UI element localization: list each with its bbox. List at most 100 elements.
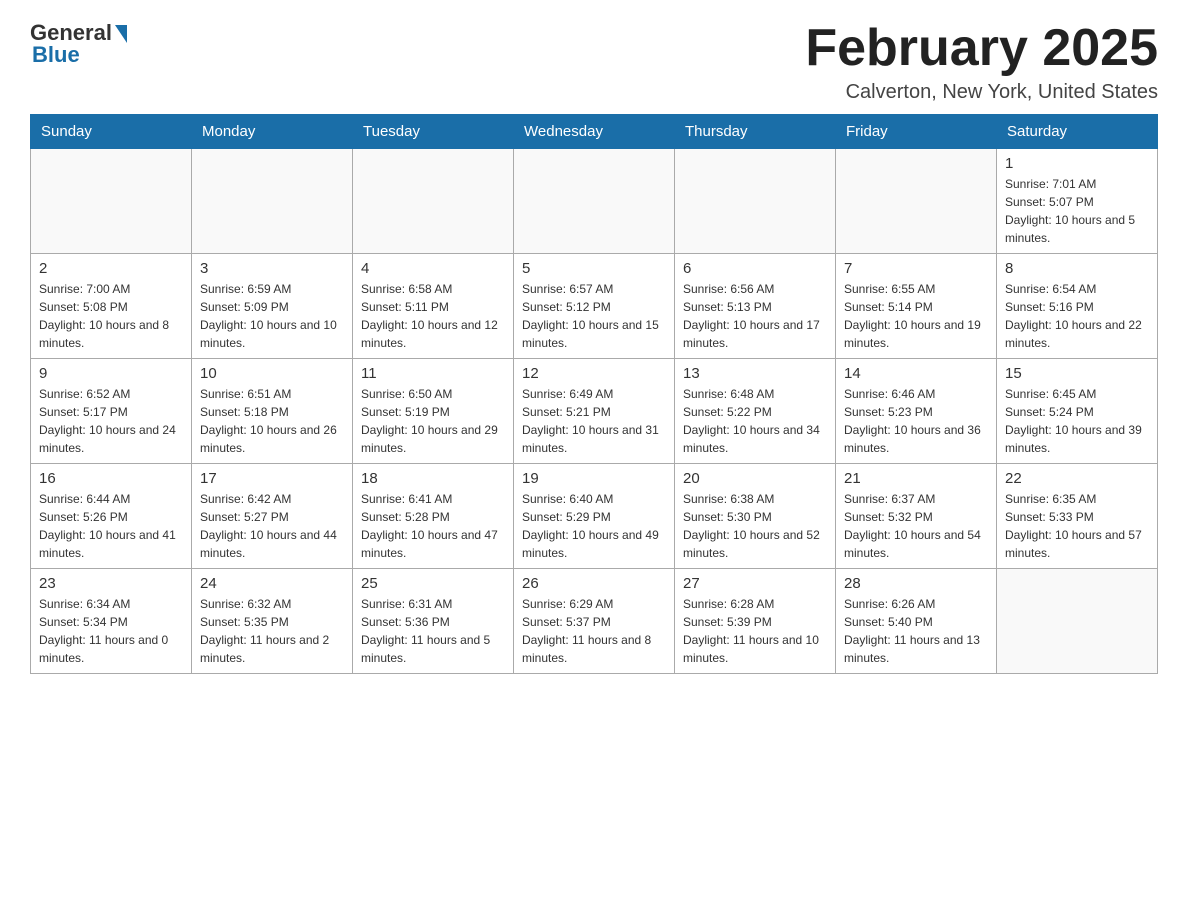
week-row-1: 1Sunrise: 7:01 AMSunset: 5:07 PMDaylight… — [31, 149, 1158, 254]
day-info: Sunrise: 6:28 AMSunset: 5:39 PMDaylight:… — [683, 595, 827, 667]
calendar-cell: 20 Sunrise: 6:38 AMSunset: 5:30 PMDayligh… — [675, 464, 836, 569]
day-info: Sunrise: 6:46 AMSunset: 5:23 PMDaylight:… — [844, 385, 988, 457]
day-number: 23 — [39, 575, 183, 592]
day-info: Sunrise: 6:51 AMSunset: 5:18 PMDaylight:… — [200, 385, 344, 457]
day-number: 10 — [200, 365, 344, 382]
day-info: Sunrise: 6:31 AMSunset: 5:36 PMDaylight:… — [361, 595, 505, 667]
day-number: 3 — [200, 260, 344, 277]
week-row-2: 2 Sunrise: 7:00 AMSunset: 5:08 PMDaylight… — [31, 254, 1158, 359]
calendar-cell: 23Sunrise: 6:34 AMSunset: 5:34 PMDayligh… — [31, 569, 192, 674]
day-info: Sunrise: 6:32 AMSunset: 5:35 PMDaylight:… — [200, 595, 344, 667]
calendar-cell: 8 Sunrise: 6:54 AMSunset: 5:16 PMDaylight… — [997, 254, 1158, 359]
logo-arrow-icon — [115, 25, 127, 43]
day-info: Sunrise: 6:40 AMSunset: 5:29 PMDaylight:… — [522, 490, 666, 562]
day-number: 20 — [683, 470, 827, 487]
logo: General Blue — [30, 20, 127, 68]
day-number: 8 — [1005, 260, 1149, 277]
day-info: Sunrise: 6:58 AMSunset: 5:11 PMDaylight:… — [361, 280, 505, 352]
calendar-cell — [31, 149, 192, 254]
day-number: 4 — [361, 260, 505, 277]
day-info: Sunrise: 6:26 AMSunset: 5:40 PMDaylight:… — [844, 595, 988, 667]
calendar-cell: 9Sunrise: 6:52 AMSunset: 5:17 PMDaylight… — [31, 359, 192, 464]
day-info: Sunrise: 6:29 AMSunset: 5:37 PMDaylight:… — [522, 595, 666, 667]
day-info: Sunrise: 6:37 AMSunset: 5:32 PMDaylight:… — [844, 490, 988, 562]
title-section: February 2025 Calverton, New York, Unite… — [805, 20, 1158, 104]
location-subtitle: Calverton, New York, United States — [805, 81, 1158, 104]
day-info: Sunrise: 6:38 AMSunset: 5:30 PMDaylight:… — [683, 490, 827, 562]
logo-blue-text: Blue — [32, 42, 80, 68]
day-number: 17 — [200, 470, 344, 487]
calendar-cell: 25 Sunrise: 6:31 AMSunset: 5:36 PMDayligh… — [353, 569, 514, 674]
calendar-cell: 24 Sunrise: 6:32 AMSunset: 5:35 PMDayligh… — [192, 569, 353, 674]
weekday-header-wednesday: Wednesday — [514, 115, 675, 149]
calendar-cell: 11 Sunrise: 6:50 AMSunset: 5:19 PMDayligh… — [353, 359, 514, 464]
day-info: Sunrise: 6:45 AMSunset: 5:24 PMDaylight:… — [1005, 385, 1149, 457]
day-number: 11 — [361, 365, 505, 382]
day-number: 13 — [683, 365, 827, 382]
day-info: Sunrise: 6:41 AMSunset: 5:28 PMDaylight:… — [361, 490, 505, 562]
week-row-5: 23Sunrise: 6:34 AMSunset: 5:34 PMDayligh… — [31, 569, 1158, 674]
weekday-header-saturday: Saturday — [997, 115, 1158, 149]
calendar-cell: 16Sunrise: 6:44 AMSunset: 5:26 PMDayligh… — [31, 464, 192, 569]
day-info: Sunrise: 6:57 AMSunset: 5:12 PMDaylight:… — [522, 280, 666, 352]
day-info: Sunrise: 6:50 AMSunset: 5:19 PMDaylight:… — [361, 385, 505, 457]
weekday-header-row: SundayMondayTuesdayWednesdayThursdayFrid… — [31, 115, 1158, 149]
weekday-header-sunday: Sunday — [31, 115, 192, 149]
calendar-cell: 22 Sunrise: 6:35 AMSunset: 5:33 PMDayligh… — [997, 464, 1158, 569]
day-number: 7 — [844, 260, 988, 277]
calendar-cell: 27 Sunrise: 6:28 AMSunset: 5:39 PMDayligh… — [675, 569, 836, 674]
day-info: Sunrise: 6:49 AMSunset: 5:21 PMDaylight:… — [522, 385, 666, 457]
calendar-cell: 10 Sunrise: 6:51 AMSunset: 5:18 PMDayligh… — [192, 359, 353, 464]
calendar-cell — [192, 149, 353, 254]
day-number: 1 — [1005, 155, 1149, 172]
calendar-cell: 14 Sunrise: 6:46 AMSunset: 5:23 PMDayligh… — [836, 359, 997, 464]
weekday-header-thursday: Thursday — [675, 115, 836, 149]
month-title: February 2025 — [805, 20, 1158, 77]
calendar-cell: 13 Sunrise: 6:48 AMSunset: 5:22 PMDayligh… — [675, 359, 836, 464]
day-number: 5 — [522, 260, 666, 277]
calendar-cell: 19 Sunrise: 6:40 AMSunset: 5:29 PMDayligh… — [514, 464, 675, 569]
day-number: 26 — [522, 575, 666, 592]
day-number: 19 — [522, 470, 666, 487]
day-info: Sunrise: 6:56 AMSunset: 5:13 PMDaylight:… — [683, 280, 827, 352]
calendar-cell: 1Sunrise: 7:01 AMSunset: 5:07 PMDaylight… — [997, 149, 1158, 254]
day-info: Sunrise: 6:35 AMSunset: 5:33 PMDaylight:… — [1005, 490, 1149, 562]
weekday-header-monday: Monday — [192, 115, 353, 149]
calendar-cell — [997, 569, 1158, 674]
day-info: Sunrise: 6:55 AMSunset: 5:14 PMDaylight:… — [844, 280, 988, 352]
calendar-cell: 28 Sunrise: 6:26 AMSunset: 5:40 PMDayligh… — [836, 569, 997, 674]
calendar-cell: 4 Sunrise: 6:58 AMSunset: 5:11 PMDaylight… — [353, 254, 514, 359]
calendar-cell: 7 Sunrise: 6:55 AMSunset: 5:14 PMDaylight… — [836, 254, 997, 359]
day-number: 16 — [39, 470, 183, 487]
day-info: Sunrise: 6:48 AMSunset: 5:22 PMDaylight:… — [683, 385, 827, 457]
day-number: 21 — [844, 470, 988, 487]
calendar-cell — [675, 149, 836, 254]
day-number: 27 — [683, 575, 827, 592]
calendar-cell: 6 Sunrise: 6:56 AMSunset: 5:13 PMDaylight… — [675, 254, 836, 359]
day-info: Sunrise: 6:59 AMSunset: 5:09 PMDaylight:… — [200, 280, 344, 352]
day-number: 6 — [683, 260, 827, 277]
calendar-cell: 21 Sunrise: 6:37 AMSunset: 5:32 PMDayligh… — [836, 464, 997, 569]
day-number: 9 — [39, 365, 183, 382]
day-number: 22 — [1005, 470, 1149, 487]
weekday-header-friday: Friday — [836, 115, 997, 149]
calendar-cell: 5 Sunrise: 6:57 AMSunset: 5:12 PMDaylight… — [514, 254, 675, 359]
calendar-cell: 26 Sunrise: 6:29 AMSunset: 5:37 PMDayligh… — [514, 569, 675, 674]
day-number: 25 — [361, 575, 505, 592]
day-number: 18 — [361, 470, 505, 487]
day-info: Sunrise: 7:00 AMSunset: 5:08 PMDaylight:… — [39, 280, 183, 352]
calendar-cell: 3 Sunrise: 6:59 AMSunset: 5:09 PMDaylight… — [192, 254, 353, 359]
day-number: 14 — [844, 365, 988, 382]
calendar-table: SundayMondayTuesdayWednesdayThursdayFrid… — [30, 114, 1158, 674]
calendar-cell: 12Sunrise: 6:49 AMSunset: 5:21 PMDayligh… — [514, 359, 675, 464]
day-number: 24 — [200, 575, 344, 592]
day-number: 28 — [844, 575, 988, 592]
calendar-cell: 18 Sunrise: 6:41 AMSunset: 5:28 PMDayligh… — [353, 464, 514, 569]
calendar-cell — [836, 149, 997, 254]
calendar-cell: 2 Sunrise: 7:00 AMSunset: 5:08 PMDaylight… — [31, 254, 192, 359]
calendar-cell — [353, 149, 514, 254]
calendar-cell: 15Sunrise: 6:45 AMSunset: 5:24 PMDayligh… — [997, 359, 1158, 464]
day-info: Sunrise: 6:54 AMSunset: 5:16 PMDaylight:… — [1005, 280, 1149, 352]
page-header: General Blue February 2025 Calverton, Ne… — [30, 20, 1158, 104]
day-number: 2 — [39, 260, 183, 277]
